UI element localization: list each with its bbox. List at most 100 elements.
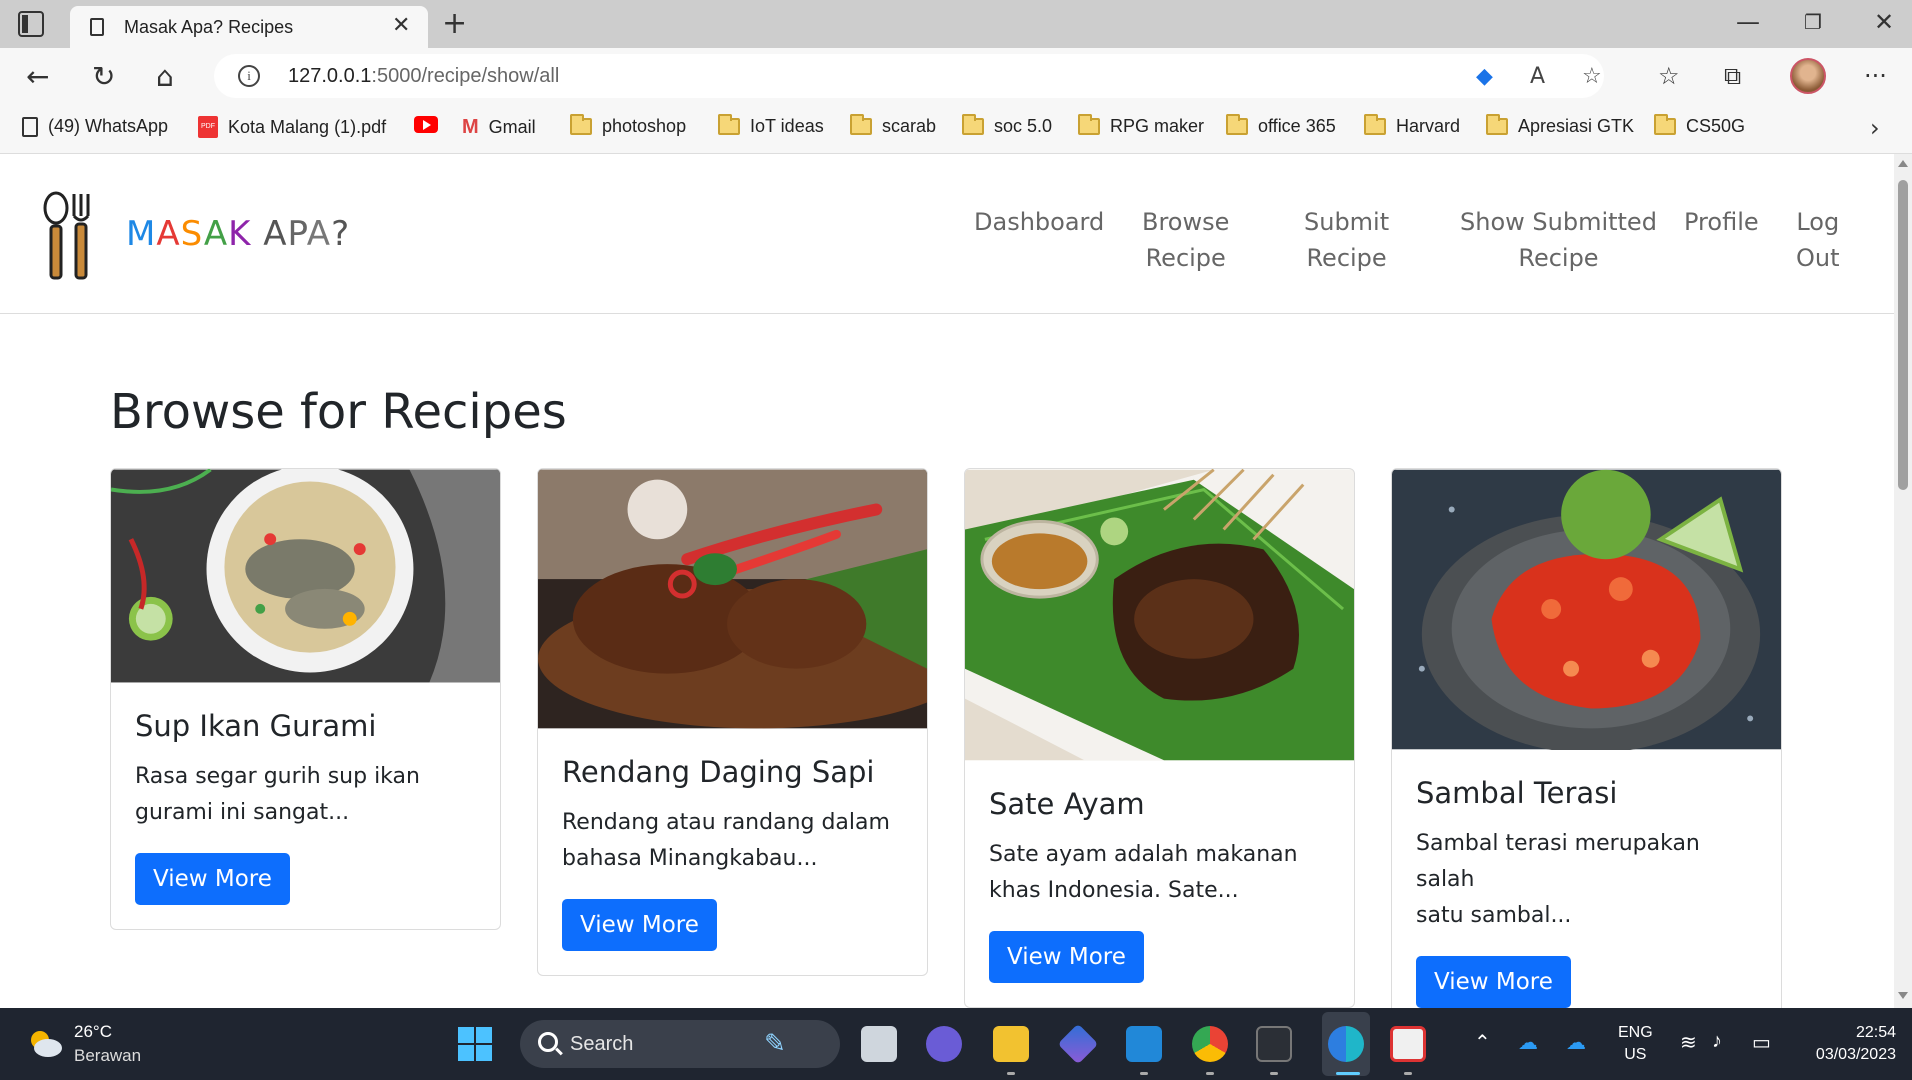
running-indicator	[1140, 1072, 1148, 1075]
view-more-button[interactable]: View More	[135, 853, 290, 905]
taskbar-search[interactable]: Search ✎	[520, 1020, 840, 1068]
home-icon[interactable]: ⌂	[156, 60, 174, 93]
language-indicator[interactable]: ENG US	[1618, 1022, 1653, 1066]
recipe-card: Rendang Daging Sapi Rendang atau randang…	[537, 468, 928, 976]
active-indicator	[1336, 1072, 1360, 1075]
scroll-down-icon[interactable]	[1898, 992, 1908, 999]
nav-submit-recipe[interactable]: Submit Recipe	[1304, 204, 1389, 276]
volume-icon[interactable]: ♪	[1712, 1030, 1722, 1053]
bookmark-cs50g[interactable]: CS50G	[1654, 114, 1745, 137]
scroll-up-icon[interactable]	[1898, 160, 1908, 167]
bookmark-rpg-maker[interactable]: RPG maker	[1078, 114, 1204, 137]
search-icon	[538, 1032, 558, 1052]
recipe-title: Sambal Terasi	[1416, 776, 1618, 810]
minimize-icon[interactable]: —	[1736, 8, 1760, 36]
folder-icon	[1226, 114, 1248, 135]
site-info-icon[interactable]: i	[238, 65, 260, 87]
url-input[interactable]: i 127.0.0.1:5000/recipe/show/all ◆ A ☆	[214, 54, 1604, 98]
restore-icon[interactable]: ❐	[1804, 10, 1822, 34]
bookmark-scarab[interactable]: scarab	[850, 114, 936, 137]
bookmark-apresiasi-gtk[interactable]: Apresiasi GTK	[1486, 114, 1634, 137]
clock[interactable]: 22:54 03/03/2023	[1800, 1022, 1896, 1066]
nav-browse-recipe[interactable]: Browse Recipe	[1142, 204, 1229, 276]
folder-icon	[718, 114, 740, 135]
running-indicator	[1270, 1072, 1278, 1075]
file-explorer-icon[interactable]	[993, 1026, 1029, 1062]
url-text: 127.0.0.1:5000/recipe/show/all	[288, 65, 560, 87]
recipe-image	[111, 469, 500, 683]
bookmark-gmail[interactable]: M Gmail	[462, 116, 536, 139]
bookmarks-bar: (49) WhatsApp PDF Kota Malang (1).pdf M Gm…	[0, 104, 1912, 154]
terminal-icon[interactable]	[1256, 1026, 1292, 1062]
task-view-icon[interactable]	[861, 1026, 897, 1062]
more-menu-icon[interactable]: ···	[1864, 62, 1887, 90]
search-label: Search	[570, 1033, 634, 1055]
nav-profile[interactable]: Profile	[1684, 204, 1759, 240]
edge-icon[interactable]	[1328, 1026, 1364, 1062]
tab-title: Masak Apa? Recipes	[124, 17, 294, 37]
recipe-image	[1392, 469, 1781, 750]
bookmark-photoshop[interactable]: photoshop	[570, 114, 686, 137]
search-highlight-icon: ✎	[764, 1028, 786, 1058]
favorites-icon[interactable]: ☆	[1658, 62, 1680, 90]
chrome-icon[interactable]	[1192, 1026, 1228, 1062]
bookmark-iot-ideas[interactable]: IoT ideas	[718, 114, 824, 137]
brand-name[interactable]: MASAK APA?	[126, 214, 350, 254]
folder-icon	[570, 114, 592, 135]
bookmark-youtube[interactable]	[414, 116, 438, 133]
windows-start-icon[interactable]	[457, 1026, 493, 1062]
recipe-description: Rendang atau randang dalam bahasa Minangk…	[562, 810, 890, 871]
page-icon	[90, 18, 104, 36]
battery-icon[interactable]: ▭	[1752, 1030, 1771, 1055]
chevron-up-icon[interactable]: ⌃	[1474, 1030, 1491, 1055]
page-title: Browse for Recipes	[110, 384, 567, 440]
new-tab-icon[interactable]: +	[442, 6, 467, 41]
onedrive-business-icon[interactable]: ☁	[1566, 1030, 1586, 1055]
running-indicator	[1007, 1072, 1015, 1075]
folder-icon	[1364, 114, 1386, 135]
vscode-icon[interactable]	[1126, 1026, 1162, 1062]
page-icon	[22, 116, 38, 137]
scroll-thumb[interactable]	[1898, 180, 1908, 490]
vertical-scrollbar[interactable]	[1894, 154, 1912, 1008]
back-icon[interactable]: ←	[26, 60, 49, 93]
view-more-button[interactable]: View More	[989, 931, 1144, 983]
weather-description[interactable]: Berawan	[74, 1046, 141, 1066]
bookmark-kota-malang-pdf[interactable]: PDF Kota Malang (1).pdf	[198, 116, 386, 138]
partly-cloudy-icon[interactable]	[26, 1028, 64, 1058]
profile-avatar[interactable]	[1790, 58, 1826, 94]
weather-temperature[interactable]: 26°C	[74, 1022, 112, 1042]
bookmark-office-365[interactable]: office 365	[1226, 114, 1336, 137]
close-window-icon[interactable]: ✕	[1874, 8, 1894, 36]
view-more-button[interactable]: View More	[1416, 956, 1571, 1008]
folder-icon	[1486, 114, 1508, 135]
recipe-title: Sate Ayam	[989, 787, 1145, 821]
tab-actions-icon[interactable]	[18, 11, 44, 37]
browser-tab-bar: Masak Apa? Recipes ✕ + — ❐ ✕	[0, 0, 1912, 48]
nav-dashboard[interactable]: Dashboard	[974, 204, 1104, 240]
nav-log-out[interactable]: Log Out	[1796, 204, 1840, 276]
bookmark-whatsapp[interactable]: (49) WhatsApp	[22, 116, 168, 137]
nav-show-submitted-recipe[interactable]: Show Submitted Recipe	[1460, 204, 1657, 276]
active-tab[interactable]: Masak Apa? Recipes ✕	[70, 6, 428, 48]
teams-chat-icon[interactable]	[926, 1026, 962, 1062]
snipping-tool-icon[interactable]	[1390, 1026, 1426, 1062]
chevron-right-icon[interactable]: ›	[1870, 114, 1880, 142]
view-more-button[interactable]: View More	[562, 899, 717, 951]
bookmark-harvard[interactable]: Harvard	[1364, 114, 1460, 137]
add-favorite-icon[interactable]: ☆	[1582, 64, 1602, 89]
refresh-icon[interactable]: ↻	[92, 60, 115, 93]
recipe-description: Sambal terasi merupakan salah satu sambal…	[1416, 831, 1700, 928]
youtube-icon	[414, 116, 438, 133]
recipe-description: Rasa segar gurih sup ikan gurami ini sang…	[135, 764, 420, 825]
read-aloud-icon[interactable]: A	[1530, 64, 1545, 89]
bookmark-soc-5[interactable]: soc 5.0	[962, 114, 1052, 137]
page-viewport: MASAK APA? Dashboard Browse Recipe Submit…	[0, 154, 1912, 1008]
windows-taskbar: 26°C Berawan Search ✎ ⌃ ☁ ☁ ENG US ≋ ♪ ▭ …	[0, 1008, 1912, 1080]
onedrive-icon[interactable]: ☁	[1518, 1030, 1538, 1055]
collections-icon[interactable]: ⧉	[1724, 62, 1741, 90]
copilot-icon[interactable]	[1057, 1023, 1099, 1065]
close-tab-icon[interactable]: ✕	[392, 13, 410, 38]
wifi-icon[interactable]: ≋	[1680, 1030, 1697, 1055]
shopping-tag-icon[interactable]: ◆	[1476, 64, 1493, 89]
